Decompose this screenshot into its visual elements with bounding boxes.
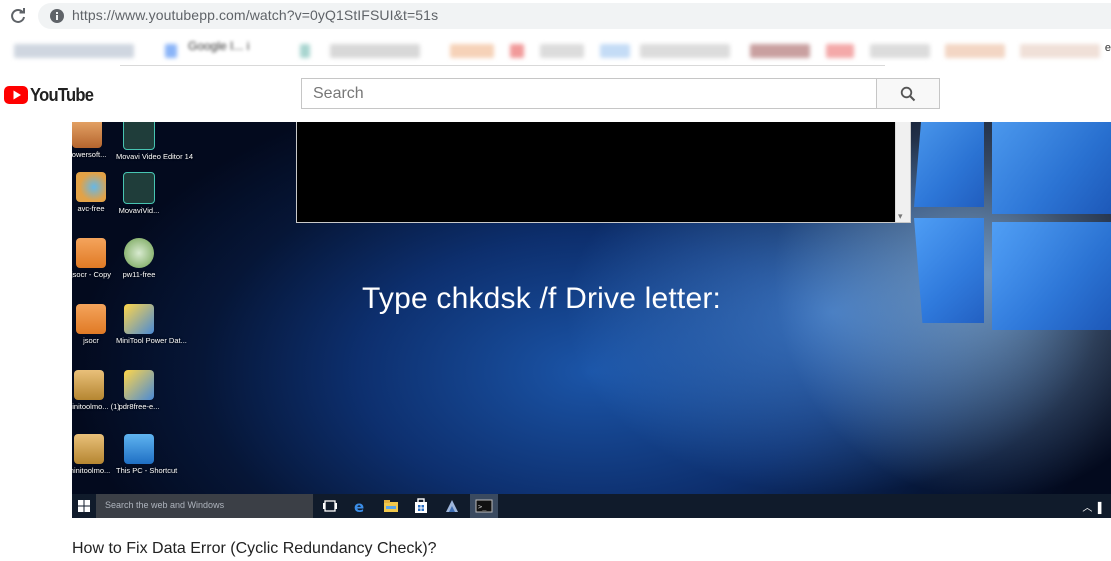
minitool-icon — [124, 304, 154, 334]
edge-browser-icon[interactable]: e — [352, 498, 368, 516]
minitool-icon — [124, 370, 154, 400]
youtube-logo-text: YouTube — [30, 84, 94, 105]
task-view-icon[interactable] — [322, 498, 338, 514]
bookmark-icon — [300, 44, 310, 58]
bookmark-item[interactable] — [540, 44, 584, 58]
bookmark-item[interactable] — [945, 44, 1005, 58]
minitool-m-icon — [74, 434, 104, 464]
command-prompt-window: ▾ — [296, 122, 911, 223]
avc-icon — [76, 172, 106, 202]
youtube-logo[interactable]: YouTube — [4, 84, 99, 106]
search-icon — [900, 86, 916, 101]
bookmark-item[interactable] — [1020, 44, 1100, 58]
omnibox[interactable]: https://www.youtubepp.com/watch?v=0yQ1St… — [38, 3, 1111, 29]
desktop-icon: This PC - Shortcut — [116, 434, 177, 475]
windows-logo-pane — [914, 218, 984, 323]
browser-address-bar: https://www.youtubepp.com/watch?v=0yQ1St… — [0, 0, 1111, 32]
bookmark-icon — [165, 44, 177, 58]
taskbar-search-text: Search the web and Windows — [105, 500, 225, 510]
bookmark-icon — [510, 44, 524, 58]
computer-icon — [124, 434, 154, 464]
bookmark-label[interactable]: Google I... i — [188, 39, 249, 53]
reload-icon[interactable] — [8, 6, 28, 26]
desktop-icon: jsocr - Copy — [72, 238, 114, 279]
windows-logo-pane — [992, 122, 1111, 214]
desktop-icon: jsocr — [72, 304, 114, 345]
search-button[interactable] — [876, 78, 940, 109]
command-prompt-taskbar-icon[interactable]: >_ — [470, 494, 498, 518]
youtube-header: YouTube — [0, 64, 1111, 122]
disc-icon — [124, 238, 154, 268]
windows-logo-pane — [914, 122, 984, 207]
video-title: How to Fix Data Error (Cyclic Redundancy… — [72, 540, 437, 557]
cmd-scrollbar[interactable]: ▾ — [895, 122, 910, 222]
svg-text:e: e — [354, 498, 364, 514]
store-icon[interactable] — [413, 498, 429, 514]
tray-chevron-icon[interactable]: ︿ ▌ — [1082, 499, 1105, 514]
ocr-icon — [76, 238, 106, 268]
bookmark-item[interactable] — [14, 44, 134, 58]
desktop-icon: pdr8free-e... — [116, 370, 162, 411]
app-icon — [72, 122, 102, 148]
bookmark-item[interactable] — [870, 44, 930, 58]
desktop-icon: minitoolmo... (1) — [72, 370, 120, 411]
video-player[interactable]: ▾ Type chkdsk /f Drive letter: powersoft… — [72, 122, 1111, 518]
file-explorer-icon[interactable] — [383, 498, 399, 514]
desktop-icon: MovaviVid... — [116, 172, 162, 215]
scroll-down-arrow-icon[interactable]: ▾ — [898, 211, 903, 222]
bookmark-icon — [600, 44, 630, 58]
site-info-icon[interactable] — [50, 9, 64, 23]
bookmark-icon — [826, 44, 854, 58]
bookmark-item[interactable] — [750, 44, 810, 58]
svg-text:>_: >_ — [478, 503, 487, 511]
windows-logo-pane — [992, 222, 1111, 330]
bookmarks-bar: Google I... i e — [0, 32, 1111, 64]
desktop-icon: minitoolmo... — [72, 434, 112, 475]
desktop-icon: pw11-free — [116, 238, 162, 279]
movavi-icon — [123, 172, 155, 204]
windows-taskbar: Search the web and Windows e >_ ︿ ▌ — [72, 494, 1111, 518]
ocr-icon — [76, 304, 106, 334]
windows-start-icon[interactable] — [72, 494, 96, 518]
url-text[interactable]: https://www.youtubepp.com/watch?v=0yQ1St… — [72, 7, 438, 23]
bookmark-item[interactable] — [330, 44, 420, 58]
minitool-m-icon — [74, 370, 104, 400]
header-divider — [120, 65, 885, 66]
search-input[interactable] — [301, 78, 876, 109]
minitool-taskbar-icon[interactable] — [444, 498, 460, 514]
bookmark-edge-label: e — [1104, 42, 1111, 54]
bookmark-item[interactable] — [450, 44, 494, 58]
desktop-icon: Movavi Video Editor 14 — [116, 122, 193, 161]
bookmark-item[interactable] — [640, 44, 730, 58]
desktop-icon: MiniTool Power Dat... — [116, 304, 187, 345]
desktop-icon: avc-free — [72, 172, 114, 213]
youtube-play-icon — [4, 86, 28, 104]
search-bar — [301, 78, 940, 109]
desktop-icon: powersoft... — [72, 122, 110, 159]
movavi-icon — [123, 122, 155, 150]
video-caption: Type chkdsk /f Drive letter: — [362, 282, 722, 315]
taskbar-search-box[interactable]: Search the web and Windows — [96, 494, 313, 518]
